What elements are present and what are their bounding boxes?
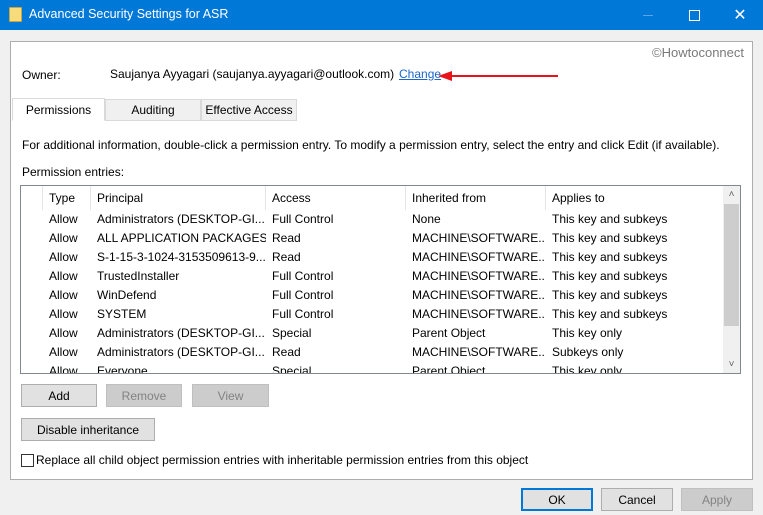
tab-auditing[interactable]: Auditing [105, 99, 201, 121]
cell-type: Allow [49, 345, 78, 359]
cell-inherited-from: MACHINE\SOFTWARE... [412, 231, 546, 245]
cell-type: Allow [49, 364, 78, 374]
tab-effective-access[interactable]: Effective Access [201, 99, 297, 121]
cell-type: Allow [49, 212, 78, 226]
cell-principal: ALL APPLICATION PACKAGES [97, 231, 266, 245]
change-owner-link[interactable]: Change [399, 67, 441, 81]
cell-applies-to: This key and subkeys [552, 269, 668, 283]
column-header-principal[interactable]: Principal [91, 186, 266, 210]
annotation-arrow-icon [438, 71, 558, 81]
cell-principal: Everyone [97, 364, 148, 374]
cell-access: Read [272, 250, 301, 264]
window-title: Advanced Security Settings for ASR [29, 7, 229, 21]
cell-principal: Administrators (DESKTOP-GI... [97, 212, 265, 226]
scrollbar-thumb[interactable] [724, 204, 739, 326]
table-row[interactable]: Allow Administrators (DESKTOP-GI... Specia… [21, 324, 725, 343]
tab-permissions[interactable]: Permissions [12, 98, 105, 121]
cell-applies-to: Subkeys only [552, 345, 624, 359]
table-row[interactable]: Allow Administrators (DESKTOP-GI... Read MA… [21, 343, 725, 362]
folder-icon [9, 7, 22, 22]
view-button[interactable]: View [192, 384, 269, 407]
add-button[interactable]: Add [21, 384, 97, 407]
cell-principal: TrustedInstaller [97, 269, 180, 283]
column-header-inherited-from[interactable]: Inherited from [406, 186, 546, 210]
table-row[interactable]: Allow S-1-15-3-1024-3153509613-9... Read MA… [21, 248, 725, 267]
cell-inherited-from: Parent Object [412, 364, 486, 374]
maximize-icon [688, 9, 700, 21]
watermark: ©Howtoconnect [652, 45, 744, 60]
column-header-applies-to[interactable]: Applies to [546, 186, 725, 210]
cell-inherited-from: Parent Object [412, 326, 486, 340]
table-row[interactable]: Allow Administrators (DESKTOP-GI... Full C… [21, 210, 725, 229]
cell-applies-to: This key and subkeys [552, 231, 668, 245]
table-row[interactable]: Allow TrustedInstaller Full Control MACHINE… [21, 267, 725, 286]
remove-button[interactable]: Remove [106, 384, 182, 407]
cell-applies-to: This key and subkeys [552, 288, 668, 302]
list-header: Type Principal Access Inherited from App… [21, 186, 725, 210]
cell-inherited-from: MACHINE\SOFTWARE... [412, 250, 546, 264]
replace-child-permissions-checkbox[interactable] [21, 454, 34, 467]
cell-type: Allow [49, 250, 78, 264]
owner-label: Owner: [22, 68, 61, 82]
cell-access: Full Control [272, 269, 334, 283]
cell-applies-to: This key only [552, 364, 623, 374]
info-text: For additional information, double-click… [22, 138, 720, 152]
column-header-icon[interactable] [21, 186, 43, 210]
table-row[interactable]: Allow SYSTEM Full Control MACHINE\SOFTWARE.… [21, 305, 725, 324]
chevron-down-icon: ˅ [728, 359, 735, 370]
cell-principal: Administrators (DESKTOP-GI... [97, 345, 265, 359]
cell-type: Allow [49, 307, 78, 321]
cell-access: Full Control [272, 288, 334, 302]
disable-inheritance-button[interactable]: Disable inheritance [21, 418, 155, 441]
cell-inherited-from: MACHINE\SOFTWARE... [412, 307, 546, 321]
vertical-scrollbar[interactable]: ˄ ˅ [723, 186, 740, 373]
table-row[interactable]: Allow WinDefend Full Control MACHINE\SOFTWA… [21, 286, 725, 305]
maximize-button[interactable] [671, 0, 717, 30]
cell-access: Read [272, 231, 301, 245]
cell-access: Read [272, 345, 301, 359]
cell-inherited-from: MACHINE\SOFTWARE... [412, 269, 546, 283]
ok-button[interactable]: OK [521, 488, 593, 511]
cell-principal: Administrators (DESKTOP-GI... [97, 326, 265, 340]
permission-entries-list[interactable]: Type Principal Access Inherited from App… [20, 185, 741, 374]
cell-access: Full Control [272, 212, 334, 226]
cell-inherited-from: MACHINE\SOFTWARE... [412, 288, 546, 302]
cell-type: Allow [49, 326, 78, 340]
owner-value: Saujanya Ayyagari (saujanya.ayyagari@out… [110, 67, 395, 81]
cancel-button[interactable]: Cancel [601, 488, 673, 511]
column-header-access[interactable]: Access [266, 186, 406, 210]
minimize-icon [643, 14, 653, 16]
apply-button[interactable]: Apply [681, 488, 753, 511]
cell-access: Special [272, 364, 312, 374]
column-header-type[interactable]: Type [43, 186, 91, 210]
minimize-button[interactable] [625, 0, 671, 30]
close-icon: ✕ [733, 7, 747, 24]
title-bar: Advanced Security Settings for ASR ✕ [0, 0, 763, 30]
table-row[interactable]: Allow Everyone Special Parent Object This ke… [21, 362, 725, 374]
cell-applies-to: This key and subkeys [552, 307, 668, 321]
cell-type: Allow [49, 269, 78, 283]
replace-child-permissions-label[interactable]: Replace all child object permission entr… [36, 453, 528, 467]
scroll-up-button[interactable]: ˄ [723, 186, 740, 203]
cell-applies-to: This key and subkeys [552, 212, 668, 226]
cell-access: Full Control [272, 307, 334, 321]
table-row[interactable]: Allow ALL APPLICATION PACKAGES Read MACHINE… [21, 229, 725, 248]
cell-principal: SYSTEM [97, 307, 147, 321]
cell-principal: S-1-15-3-1024-3153509613-9... [97, 250, 266, 264]
close-button[interactable]: ✕ [717, 0, 763, 30]
cell-inherited-from: None [412, 212, 441, 226]
cell-inherited-from: MACHINE\SOFTWARE... [412, 345, 546, 359]
cell-applies-to: This key and subkeys [552, 250, 668, 264]
cell-principal: WinDefend [97, 288, 157, 302]
scroll-down-button[interactable]: ˅ [723, 356, 740, 373]
cell-access: Special [272, 326, 312, 340]
cell-type: Allow [49, 231, 78, 245]
permission-entries-label: Permission entries: [22, 165, 125, 179]
cell-applies-to: This key only [552, 326, 623, 340]
chevron-up-icon: ˄ [728, 189, 735, 200]
cell-type: Allow [49, 288, 78, 302]
